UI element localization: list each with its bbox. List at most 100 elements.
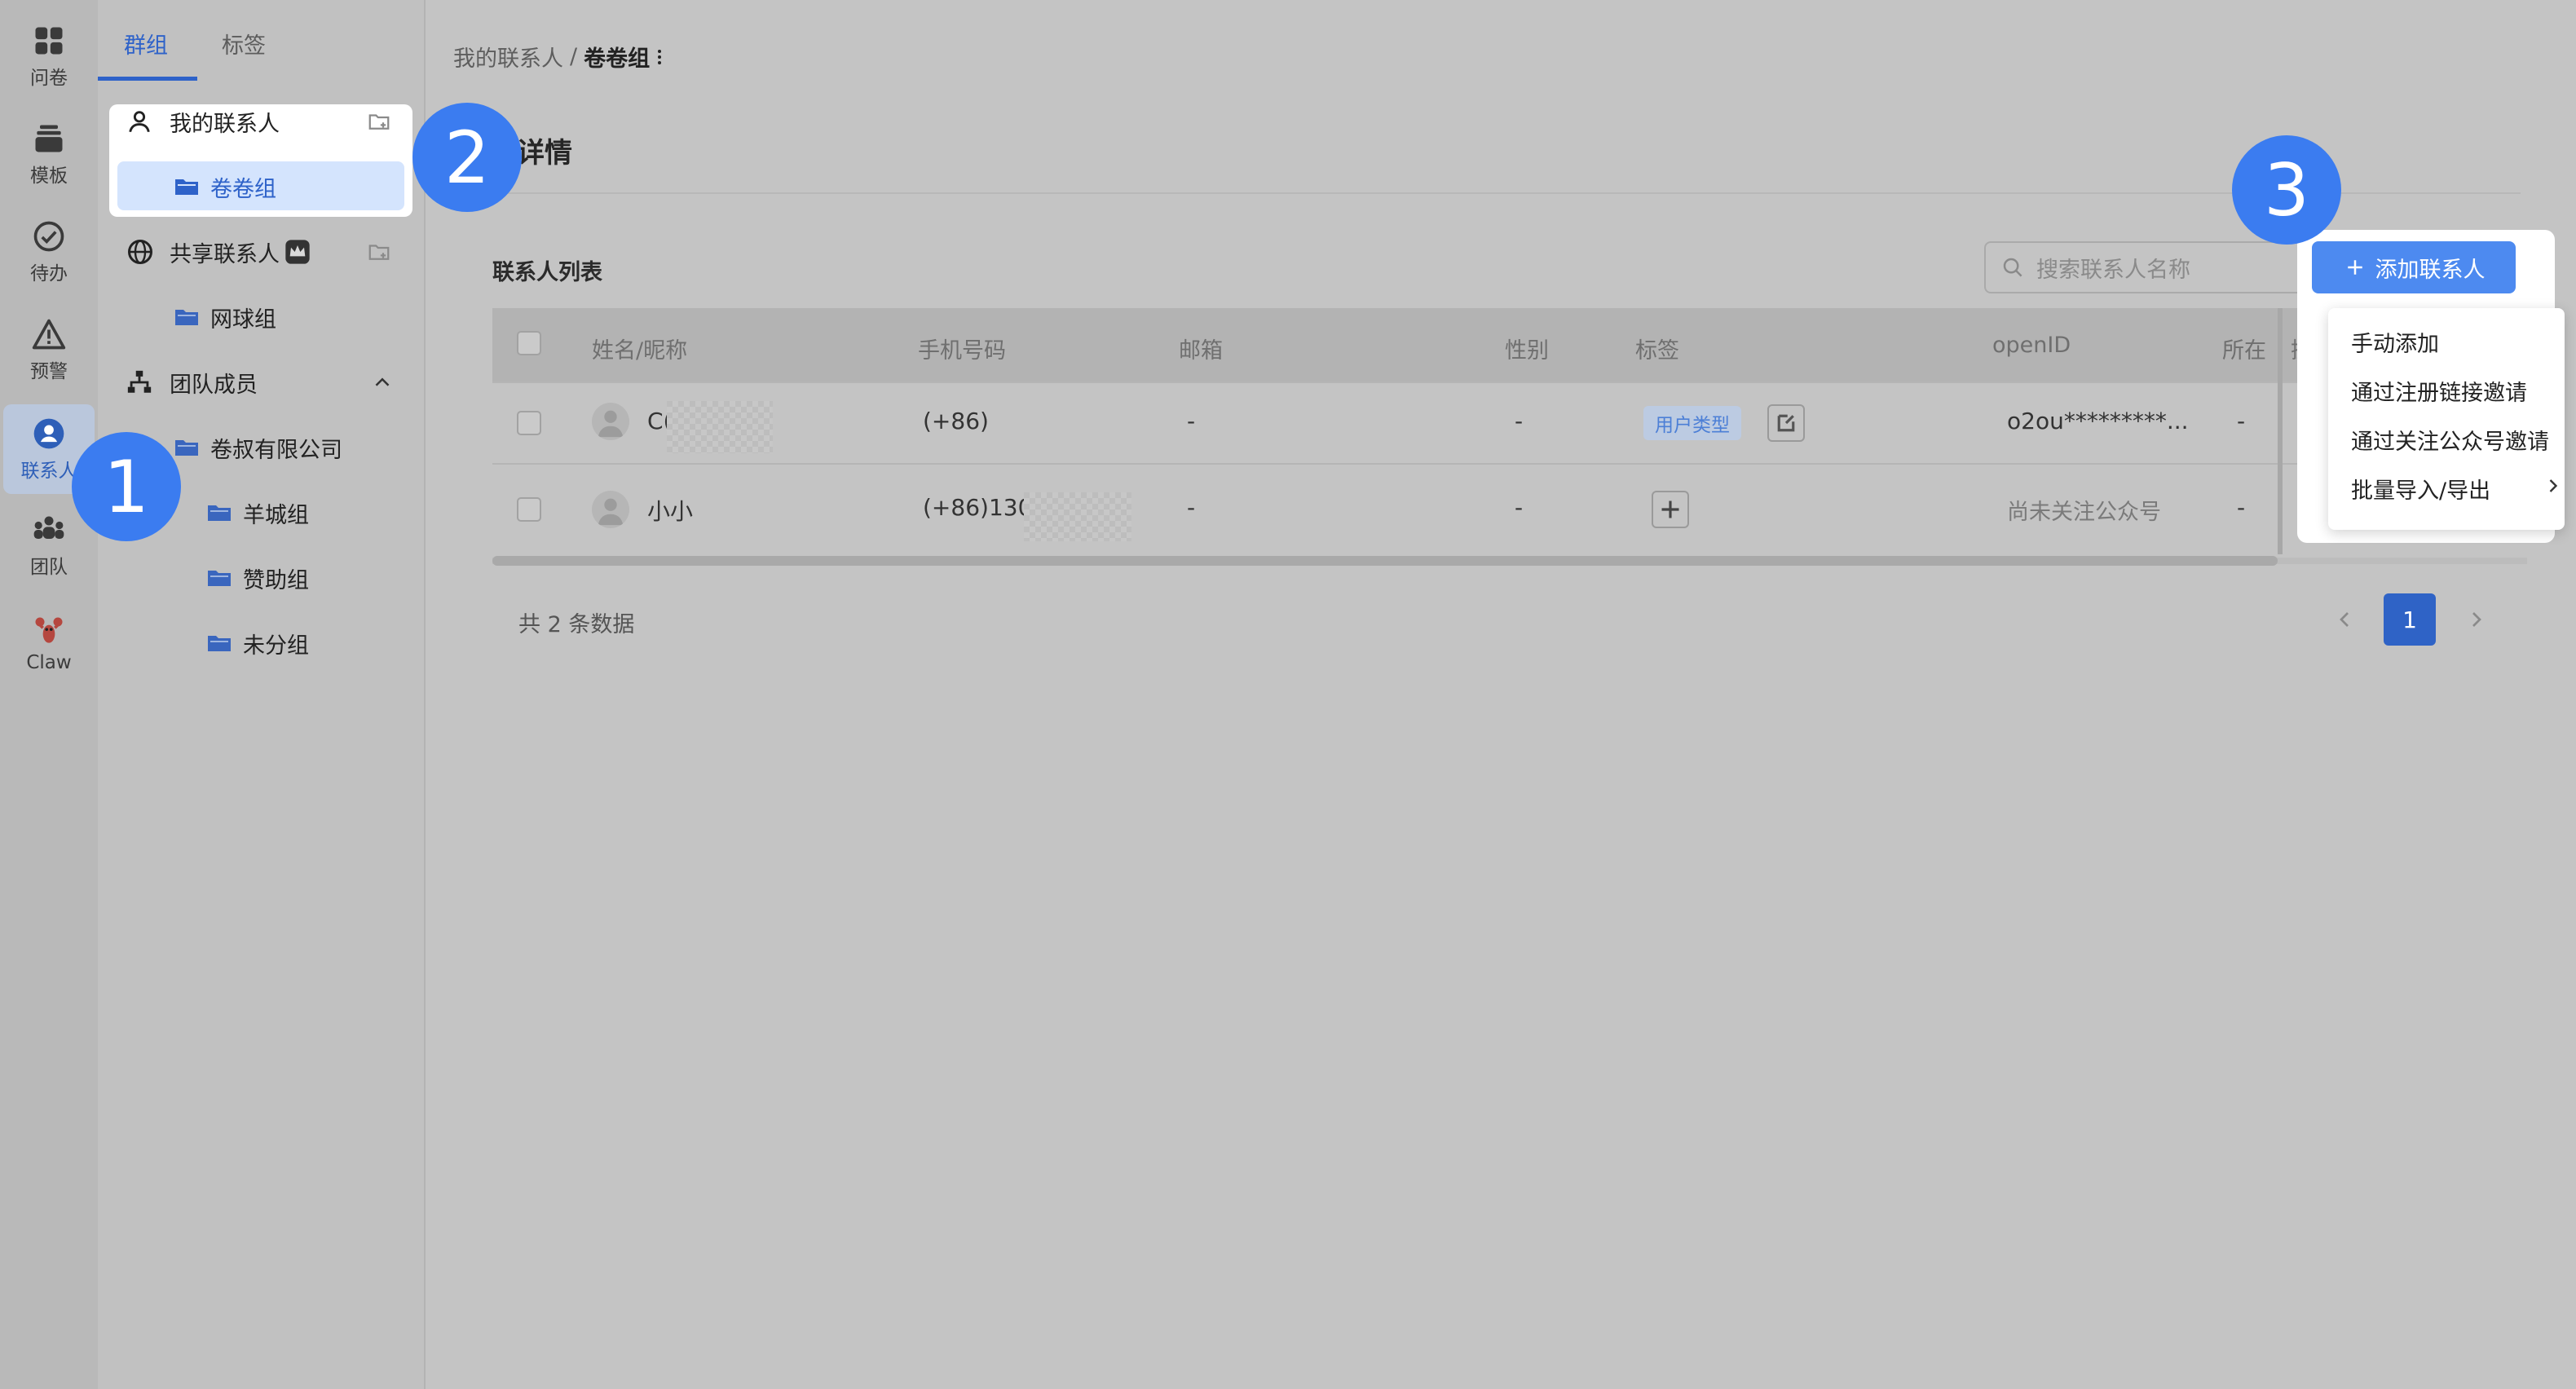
column-header-openid: openID (1992, 333, 2071, 358)
tree-label: 团队成员 (170, 372, 258, 398)
tree-item-my-contacts[interactable]: 我的联系人 (126, 106, 280, 137)
check-circle-icon (33, 221, 64, 252)
cell-location: - (2237, 408, 2246, 434)
folder-icon (208, 636, 231, 651)
edit-tag-button[interactable] (1767, 404, 1805, 442)
avatar-icon (598, 410, 624, 438)
tree-label: 卷叔有限公司 (210, 437, 342, 463)
plus-icon (2347, 260, 2362, 275)
rail-item-template[interactable]: 模板 (0, 121, 98, 187)
rail-label: 待办 (30, 263, 68, 284)
cell-name: 小小 (647, 498, 694, 525)
page-button-current[interactable]: 1 (2384, 593, 2436, 646)
add-tag-button[interactable] (1652, 491, 1689, 528)
avatar (592, 403, 629, 440)
chevron-up-icon[interactable] (370, 370, 395, 395)
row-divider (492, 463, 2527, 465)
tree-label: 共享联系人 (170, 241, 280, 267)
tree-label: 羊城组 (243, 502, 309, 528)
total-count: 共 2 条数据 (518, 612, 635, 637)
step-badge-3: 3 (2232, 135, 2341, 245)
tree-item-tennis-group[interactable]: 网球组 (174, 302, 276, 333)
tree-label: 卷卷组 (210, 176, 276, 202)
rail-item-todo[interactable]: 待办 (0, 218, 98, 285)
step-badge-1: 1 (72, 432, 181, 541)
cell-gender: - (1515, 408, 1524, 434)
rail-item-alert[interactable]: 预警 (0, 316, 98, 383)
sticky-column-shadow (2278, 308, 2283, 554)
row-checkbox[interactable] (517, 497, 541, 522)
tree-label: 我的联系人 (170, 111, 280, 137)
chevron-right-icon[interactable] (2464, 606, 2490, 633)
search-input[interactable]: 搜索联系人名称 (1984, 241, 2310, 293)
column-header-tag: 标签 (1635, 338, 1679, 364)
add-contact-button[interactable]: 添加联系人 (2312, 241, 2516, 293)
select-all-checkbox[interactable] (517, 331, 541, 355)
rail-item-claw[interactable]: Claw (0, 613, 98, 673)
tab-groups[interactable]: 群组 (124, 28, 168, 60)
tree-item-yangcheng-group[interactable]: 羊城组 (207, 497, 309, 528)
breadcrumb-current: 卷卷组 (584, 46, 651, 72)
avatar-icon (598, 498, 624, 526)
cell-openid: o2ou*********... (2007, 408, 2189, 434)
tree-item-juanjuan-group[interactable]: 卷卷组 (174, 171, 276, 202)
lobster-icon (35, 617, 63, 643)
menu-item-batch-import-export[interactable]: 批量导入/导出 (2351, 473, 2490, 505)
divider (453, 192, 2521, 194)
org-chart-icon (127, 370, 152, 393)
rail-label: 模板 (30, 165, 68, 187)
add-contact-label: 添加联系人 (2375, 257, 2486, 283)
avatar (592, 491, 629, 528)
search-placeholder: 搜索联系人名称 (2036, 257, 2190, 283)
rail-label: 团队 (30, 557, 68, 578)
warning-icon (32, 319, 66, 350)
rail-label: Claw (26, 652, 72, 673)
tree-item-shared-contacts[interactable]: 共享联系人 (126, 236, 311, 267)
folder-icon (175, 440, 198, 456)
rail-item-team[interactable]: 团队 (0, 512, 98, 579)
rail-label: 问卷 (30, 68, 68, 89)
column-header-location: 所在 (2222, 338, 2266, 364)
breadcrumb-root[interactable]: 我的联系人 (453, 41, 563, 73)
team-icon (33, 516, 64, 539)
more-vertical-icon[interactable] (656, 46, 663, 68)
menu-item-manual-add[interactable]: 手动添加 (2351, 326, 2439, 358)
folder-icon (175, 310, 198, 325)
tree-item-company[interactable]: 卷叔有限公司 (174, 432, 342, 463)
rail-label: 联系人 (20, 461, 77, 482)
step-badge-2: 2 (412, 103, 522, 212)
tree-item-sponsor-group[interactable]: 赞助组 (207, 562, 309, 593)
tree-item-ungrouped[interactable]: 未分组 (207, 628, 309, 659)
tree-label: 网球组 (210, 306, 276, 333)
crown-badge-icon (285, 240, 310, 264)
rail-item-survey[interactable]: 问卷 (0, 23, 98, 90)
cell-phone: (+86)130 (923, 494, 1033, 521)
folder-icon (208, 505, 231, 521)
tree-item-team-members[interactable]: 团队成员 (126, 367, 258, 398)
list-title: 联系人列表 (492, 260, 602, 285)
tag-chip[interactable]: 用户类型 (1643, 406, 1741, 440)
add-folder-icon[interactable] (367, 240, 391, 264)
column-header-gender: 性别 (1505, 338, 1549, 364)
edit-icon (1777, 414, 1795, 432)
tree-label: 未分组 (243, 633, 309, 659)
cell-location: - (2237, 494, 2246, 521)
menu-item-invite-register-link[interactable]: 通过注册链接邀请 (2351, 375, 2527, 407)
layers-icon (35, 125, 63, 152)
chevron-left-icon[interactable] (2331, 606, 2358, 633)
contact-icon (33, 418, 64, 449)
column-header-phone: 手机号码 (918, 338, 1006, 364)
redacted-mask (667, 401, 773, 453)
breadcrumb: 我的联系人 / 卷卷组 (453, 41, 663, 73)
rail-label: 预警 (30, 361, 68, 382)
row-checkbox[interactable] (517, 411, 541, 435)
tab-tags[interactable]: 标签 (222, 28, 266, 60)
row-divider (492, 381, 2527, 383)
folder-icon (175, 179, 198, 195)
menu-item-invite-official-account[interactable]: 通过关注公众号邀请 (2351, 424, 2549, 456)
horizontal-scrollbar[interactable] (492, 556, 2278, 566)
add-folder-icon[interactable] (367, 109, 391, 134)
tab-underline (98, 77, 197, 81)
search-icon (2003, 258, 2022, 277)
tree-label: 赞助组 (243, 567, 309, 593)
